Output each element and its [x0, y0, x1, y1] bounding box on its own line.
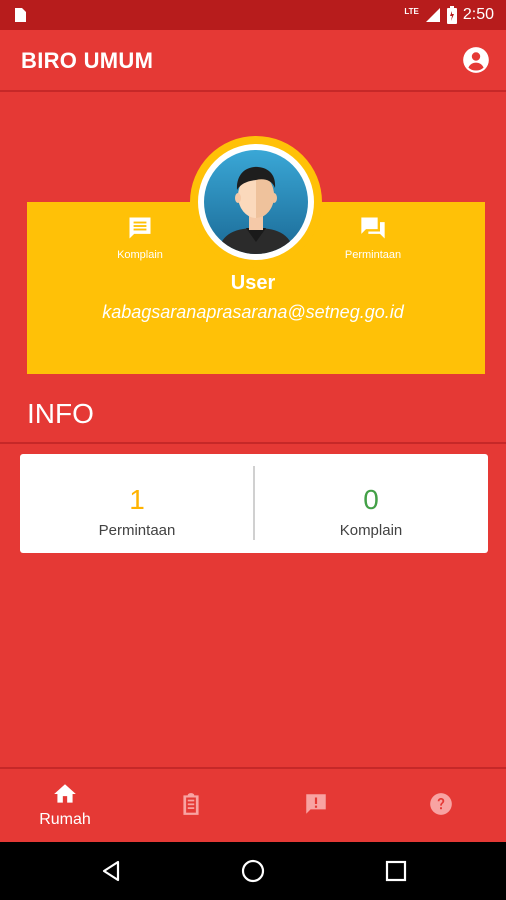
app-title: BIRO UMUM: [21, 48, 154, 73]
info-divider: [0, 442, 506, 444]
home-nav-icon[interactable]: [240, 858, 266, 884]
avatar[interactable]: [204, 150, 308, 254]
status-time: 2:50: [462, 6, 494, 23]
avatar-ring: [190, 136, 322, 268]
home-icon: [54, 784, 76, 803]
nav-item-help[interactable]: [378, 769, 504, 842]
status-icons: LTE 2:50: [404, 5, 494, 25]
nav-item-feedback[interactable]: [253, 769, 379, 842]
info-title: INFO: [27, 398, 94, 429]
nav-item-clipboard[interactable]: [128, 769, 254, 842]
user-email: kabagsaranaprasarana@setneg.go.id: [102, 302, 404, 322]
status-bar: LTE 2:50: [0, 0, 506, 30]
help-icon: [430, 793, 452, 815]
sim-card-icon: [15, 8, 26, 22]
clipboard-icon: [183, 793, 199, 815]
stat-permintaan[interactable]: 1 Permintaan: [20, 454, 254, 553]
permintaan-action-label: Permintaan: [344, 249, 402, 261]
user-name: User: [230, 272, 276, 294]
permintaan-action[interactable]: Permintaan: [328, 214, 418, 261]
lte-label: LTE: [404, 7, 419, 16]
battery-icon: [446, 6, 457, 24]
info-stats-card: 1 Permintaan 0 Komplain: [20, 454, 488, 553]
recents-icon[interactable]: [385, 860, 407, 882]
app-bar: BIRO UMUM: [0, 30, 506, 92]
stat-permintaan-label: Permintaan: [98, 522, 176, 539]
nav-item-rumah[interactable]: Rumah: [2, 769, 128, 842]
forum-icon: [361, 217, 385, 239]
feedback-icon: [306, 794, 326, 814]
stat-permintaan-value: 1: [129, 484, 145, 515]
stat-komplain[interactable]: 0 Komplain: [254, 454, 488, 553]
stat-komplain-label: Komplain: [339, 522, 403, 539]
comment-icon: [129, 217, 151, 239]
system-nav-bar: [0, 842, 506, 900]
komplain-action[interactable]: Komplain: [95, 214, 185, 261]
nav-item-rumah-label: Rumah: [39, 811, 91, 828]
back-icon[interactable]: [99, 859, 123, 883]
stat-komplain-value: 0: [363, 484, 379, 515]
bottom-nav: Rumah: [0, 767, 506, 842]
signal-icon: [425, 8, 440, 22]
account-circle-icon[interactable]: [462, 46, 490, 74]
komplain-action-label: Komplain: [117, 249, 163, 261]
